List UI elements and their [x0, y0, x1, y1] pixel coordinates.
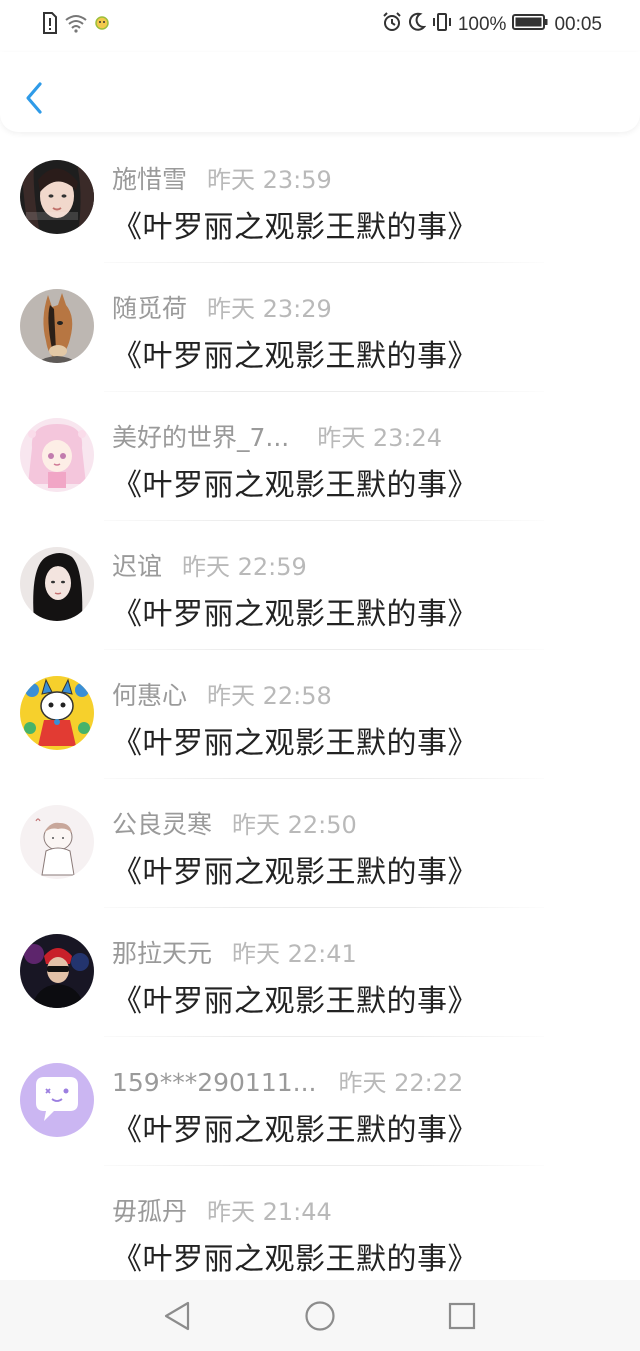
list-item[interactable]: 公良灵寒 昨天 22:50 《叶罗丽之观影王默的事》	[0, 779, 640, 908]
sender-name[interactable]: 那拉天元	[112, 934, 212, 970]
clock: 00:05	[554, 14, 602, 35]
item-meta: 何惠心 昨天 22:58	[112, 676, 332, 710]
avatar[interactable]	[20, 934, 94, 1008]
nav-back-button[interactable]	[160, 1298, 196, 1334]
chevron-left-icon	[26, 82, 42, 114]
item-title[interactable]: 《叶罗丽之观影王默的事》	[112, 202, 478, 246]
avatar[interactable]	[20, 289, 94, 363]
sender-name[interactable]: 何惠心	[112, 676, 187, 712]
nav-recents-button[interactable]	[444, 1298, 480, 1334]
system-nav-bar	[0, 1280, 640, 1351]
status-left	[42, 12, 110, 38]
timestamp: 昨天 22:58	[207, 682, 332, 710]
item-title[interactable]: 《叶罗丽之观影王默的事》	[112, 1105, 478, 1149]
square-recents-icon	[448, 1302, 476, 1330]
sim-alert-icon	[42, 12, 58, 38]
sender-name[interactable]: 毋孤丹	[112, 1192, 187, 1228]
emoji-notification-icon	[94, 15, 110, 35]
vibrate-icon	[432, 12, 452, 38]
timestamp: 昨天 23:24	[317, 424, 443, 452]
avatar[interactable]	[20, 676, 94, 750]
item-meta: 迟谊 昨天 22:59	[112, 547, 307, 581]
avatar[interactable]	[20, 547, 94, 621]
item-meta: 159***290111... 昨天 22:22	[112, 1063, 464, 1097]
status-right: 100% 00:05	[382, 12, 602, 38]
sender-name[interactable]: 159***290111...	[112, 1068, 317, 1097]
battery-percent: 100%	[457, 14, 507, 35]
item-title[interactable]: 《叶罗丽之观影王默的事》	[112, 589, 478, 633]
wifi-icon	[64, 13, 88, 37]
item-title[interactable]: 《叶罗丽之观影王默的事》	[112, 718, 478, 762]
avatar[interactable]	[20, 805, 94, 879]
timestamp: 昨天 22:41	[232, 940, 357, 968]
moon-icon	[408, 12, 427, 38]
item-title[interactable]: 《叶罗丽之观影王默的事》	[112, 847, 478, 891]
timestamp: 昨天 22:59	[182, 553, 307, 581]
list-item[interactable]: 毋孤丹 昨天 21:44 《叶罗丽之观影王默的事》	[0, 1166, 640, 1295]
list-item[interactable]: 迟谊 昨天 22:59 《叶罗丽之观影王默的事》	[0, 521, 640, 650]
sender-name[interactable]: 公良灵寒	[112, 805, 212, 841]
avatar[interactable]	[20, 418, 94, 492]
sender-name[interactable]: 迟谊	[112, 547, 162, 583]
item-title[interactable]: 《叶罗丽之观影王默的事》	[112, 331, 478, 375]
status-bar: 100% 00:05	[0, 0, 640, 52]
list-item[interactable]: 美好的世界_7... 昨天 23:24 《叶罗丽之观影王默的事》	[0, 392, 640, 521]
avatar[interactable]	[20, 1063, 94, 1137]
triangle-back-icon	[164, 1301, 190, 1331]
alarm-icon	[382, 12, 402, 38]
item-title[interactable]: 《叶罗丽之观影王默的事》	[112, 1234, 478, 1278]
timestamp: 昨天 22:50	[232, 811, 357, 839]
list-item[interactable]: 施惜雪 昨天 23:59 《叶罗丽之观影王默的事》	[0, 134, 640, 263]
list-item[interactable]: 那拉天元 昨天 22:41 《叶罗丽之观影王默的事》	[0, 908, 640, 1037]
item-meta: 那拉天元 昨天 22:41	[112, 934, 357, 968]
timestamp: 昨天 23:59	[207, 166, 332, 194]
nav-home-button[interactable]	[302, 1298, 338, 1334]
list-item[interactable]: 159***290111... 昨天 22:22 《叶罗丽之观影王默的事》	[0, 1037, 640, 1166]
back-button[interactable]	[20, 78, 50, 118]
header	[0, 52, 640, 132]
battery-icon	[512, 13, 548, 37]
item-meta: 施惜雪 昨天 23:59	[112, 160, 332, 194]
item-meta: 美好的世界_7... 昨天 23:24	[112, 418, 443, 452]
list-item[interactable]: 何惠心 昨天 22:58 《叶罗丽之观影王默的事》	[0, 650, 640, 779]
screen: 100% 00:05 施惜雪 昨天 23:59 《叶罗丽之观影王默的事》 随觅荷…	[0, 0, 640, 1351]
timestamp: 昨天 23:29	[207, 295, 332, 323]
item-title[interactable]: 《叶罗丽之观影王默的事》	[112, 976, 478, 1020]
sender-name[interactable]: 施惜雪	[112, 160, 187, 196]
timestamp: 昨天 21:44	[207, 1198, 332, 1226]
item-meta: 随觅荷 昨天 23:29	[112, 289, 332, 323]
item-meta: 毋孤丹 昨天 21:44	[112, 1192, 332, 1226]
item-title[interactable]: 《叶罗丽之观影王默的事》	[112, 460, 478, 504]
sender-name[interactable]: 美好的世界_7...	[112, 418, 289, 454]
list-item[interactable]: 随觅荷 昨天 23:29 《叶罗丽之观影王默的事》	[0, 263, 640, 392]
item-meta: 公良灵寒 昨天 22:50	[112, 805, 357, 839]
timestamp: 昨天 22:22	[338, 1069, 464, 1097]
circle-home-icon	[305, 1301, 335, 1331]
message-list: 施惜雪 昨天 23:59 《叶罗丽之观影王默的事》 随觅荷 昨天 23:29 《…	[0, 134, 640, 1295]
sender-name[interactable]: 随觅荷	[112, 289, 187, 325]
avatar[interactable]	[20, 160, 94, 234]
